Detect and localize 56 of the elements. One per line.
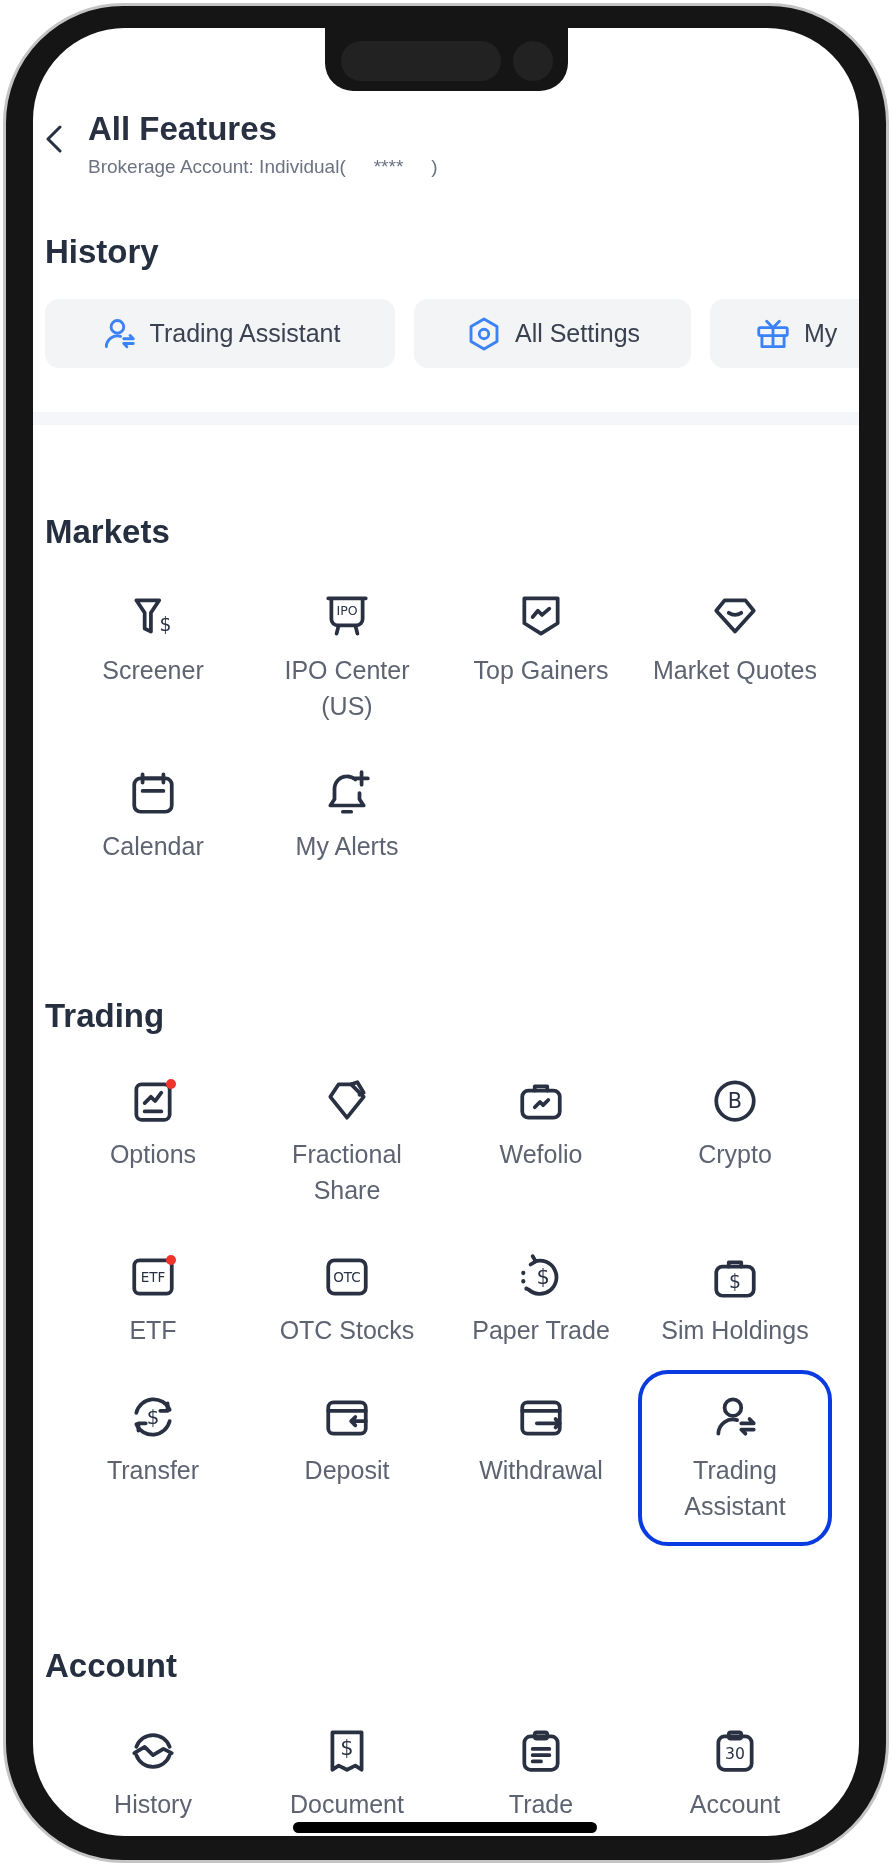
feature-tile[interactable]: $ Transfer: [56, 1370, 250, 1546]
feature-label: History: [113, 1789, 193, 1820]
feature-tile[interactable]: $ Screener: [56, 570, 250, 746]
feature-label: OTC Stocks: [278, 1315, 416, 1346]
back-icon[interactable]: [46, 124, 62, 154]
feature-tile[interactable]: IPO IPO Center (US): [250, 570, 444, 746]
account-label-end: ): [431, 155, 438, 179]
masked-account-number: ****: [373, 155, 404, 179]
feature-tile[interactable]: $ Document: [250, 1704, 444, 1822]
history-chip[interactable]: My: [710, 299, 859, 368]
feature-label: Deposit: [303, 1455, 391, 1486]
feature-tile[interactable]: 30 Account: [638, 1704, 832, 1822]
feature-label: Market Quotes: [652, 655, 818, 686]
feature-label: Calendar: [101, 831, 205, 862]
feature-tile[interactable]: Options: [56, 1054, 250, 1230]
feature-label: Account: [688, 1789, 782, 1820]
feature-tile[interactable]: Calendar: [56, 746, 250, 886]
section-title: Account: [45, 1646, 178, 1686]
feature-tile[interactable]: My Alerts: [250, 746, 444, 886]
feature-tile[interactable]: Fractional Share: [250, 1054, 444, 1230]
feature-tile[interactable]: Trade: [444, 1704, 638, 1822]
feature-tile[interactable]: Deposit: [250, 1370, 444, 1546]
feature-tile[interactable]: $ Paper Trade: [444, 1230, 638, 1370]
section-title: History: [45, 232, 160, 272]
feature-label: Screener: [101, 655, 205, 686]
feature-label: Sim Holdings: [660, 1315, 810, 1346]
section-title: Trading: [45, 996, 166, 1036]
feature-label: Trading Assistant: [683, 1455, 787, 1522]
feature-label: Trade: [507, 1789, 575, 1820]
feature-tile[interactable]: $ Sim Holdings: [638, 1230, 832, 1370]
page-title: All Features: [88, 109, 278, 149]
feature-label: ETF: [128, 1315, 178, 1346]
feature-tile[interactable]: ETF ETF: [56, 1230, 250, 1370]
feature-label: Wefolio: [498, 1139, 584, 1170]
account-label: Brokerage Account: Individual(: [88, 155, 346, 179]
feature-label: Top Gainers: [472, 655, 610, 686]
section-title: Markets: [45, 512, 171, 552]
feature-label: Withdrawal: [478, 1455, 604, 1486]
feature-label: Fractional Share: [291, 1139, 403, 1206]
feature-label: My Alerts: [294, 831, 400, 862]
feature-tile[interactable]: OTC OTC Stocks: [250, 1230, 444, 1370]
feature-tile[interactable]: Wefolio: [444, 1054, 638, 1230]
feature-tile[interactable]: B Crypto: [638, 1054, 832, 1230]
feature-tile[interactable]: Market Quotes: [638, 570, 832, 746]
feature-tile[interactable]: Withdrawal: [444, 1370, 638, 1546]
feature-label: Paper Trade: [471, 1315, 611, 1346]
feature-label: Transfer: [105, 1455, 201, 1486]
feature-tile[interactable]: Top Gainers: [444, 570, 638, 746]
feature-tile[interactable]: Trading Assistant: [638, 1370, 832, 1546]
feature-label: Document: [289, 1789, 405, 1820]
feature-label: IPO Center (US): [283, 655, 411, 722]
feature-label: Crypto: [697, 1139, 773, 1170]
history-chip[interactable]: All Settings: [414, 299, 691, 368]
history-chip[interactable]: Trading Assistant: [45, 299, 395, 368]
feature-label: Options: [108, 1139, 198, 1170]
feature-tile[interactable]: History: [56, 1704, 250, 1822]
